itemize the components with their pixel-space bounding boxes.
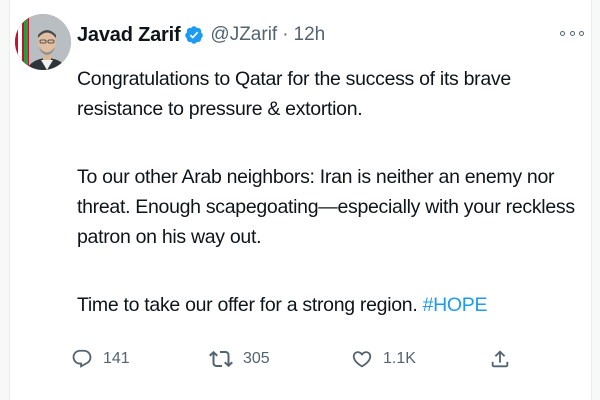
tweet-text: Congratulations to Qatar for the success… xyxy=(77,64,587,320)
tweet-paragraph-1: Congratulations to Qatar for the success… xyxy=(77,68,511,120)
header-separator: · xyxy=(282,24,289,45)
avatar[interactable] xyxy=(15,14,71,70)
tweet-header: Javad Zarif @JZarif · 12h xyxy=(77,22,325,48)
reply-icon xyxy=(71,348,93,370)
tweet-card[interactable]: Javad Zarif @JZarif · 12h Congratulation… xyxy=(9,0,592,400)
display-name[interactable]: Javad Zarif xyxy=(77,24,181,47)
tweet-paragraph-3-text: Time to take our offer for a strong regi… xyxy=(77,294,423,316)
retweet-button[interactable]: 305 xyxy=(209,344,270,374)
retweet-count: 305 xyxy=(243,350,270,367)
like-button[interactable]: 1.1K xyxy=(351,344,416,374)
handle[interactable]: @JZarif xyxy=(210,24,277,46)
right-border xyxy=(591,0,600,400)
tweet-paragraph-2: To our other Arab neighbors: Iran is nei… xyxy=(77,166,575,248)
share-button[interactable] xyxy=(489,344,511,374)
timestamp[interactable]: 12h xyxy=(294,24,326,46)
like-icon xyxy=(351,348,373,370)
share-icon xyxy=(489,348,511,370)
more-options-icon[interactable] xyxy=(560,26,584,40)
retweet-icon xyxy=(209,347,233,371)
verified-badge-icon xyxy=(184,25,204,45)
like-count: 1.1K xyxy=(383,350,416,367)
tweet-actions: 141 305 1.1K xyxy=(71,344,521,374)
reply-count: 141 xyxy=(103,350,130,367)
reply-button[interactable]: 141 xyxy=(71,344,130,374)
hashtag-link[interactable]: #HOPE xyxy=(423,294,488,316)
tweet-paragraph-3: Time to take our offer for a strong regi… xyxy=(77,290,587,320)
